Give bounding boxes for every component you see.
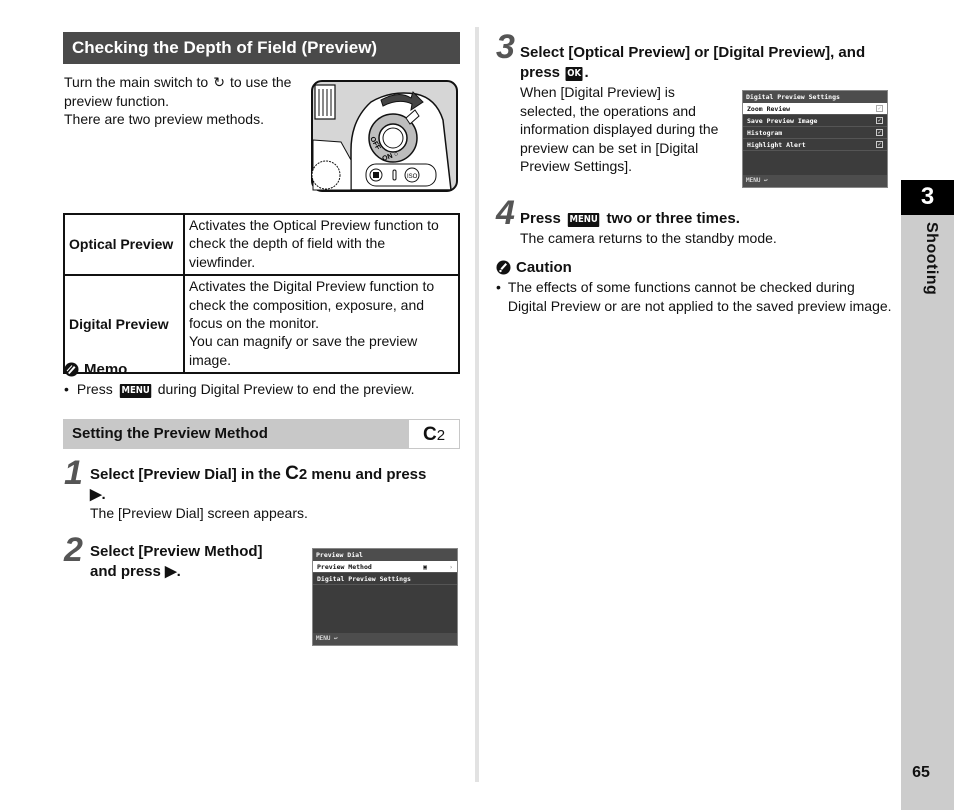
custom-menu-badge: C2 [409, 420, 459, 448]
menu-item-histogram[interactable]: Histogram ✓ [743, 127, 887, 139]
menu-item-label: Preview Method [317, 562, 372, 571]
intro-line1-before: Turn the main switch to [64, 74, 213, 90]
bullet-icon: • [64, 381, 69, 397]
section-title-depth-of-field: Checking the Depth of Field (Preview) [63, 32, 460, 64]
memo-title: Memo [84, 361, 128, 378]
step-3-title: Select [Optical Preview] or [Digital Pre… [520, 43, 900, 83]
step-1-text: The [Preview Dial] screen appears. [90, 505, 308, 521]
caution-bullet: • The effects of some functions cannot b… [496, 278, 896, 315]
page-number: 65 [912, 764, 930, 781]
step-2-title: Select [Preview Method] and press ▶. [90, 542, 300, 582]
intro-text: Turn the main switch to ↻ to use the pre… [64, 73, 304, 129]
step-3-title-line: Select [Optical Preview] or [Digital Pre… [520, 44, 866, 61]
step-3-title-line: press [520, 64, 565, 81]
memo-icon [64, 362, 79, 377]
section2-title: Setting the Preview Method [72, 425, 268, 442]
svg-text:ISO: ISO [407, 174, 418, 180]
menu-key-icon: MENU [567, 213, 600, 227]
camera-screen-digital-preview-settings: Digital Preview Settings Zoom Review ✓ Sa… [742, 90, 888, 188]
screen-header: Preview Dial [313, 549, 457, 561]
menu-back-icon: MENU ↩ [743, 175, 887, 187]
step-4-title-part: two or three times. [602, 210, 740, 227]
menu-item-label: Zoom Review [747, 104, 791, 113]
step-number: 1 [64, 454, 83, 492]
menu-back-icon: MENU ↩ [313, 633, 457, 645]
step-4-title-part: Press [520, 210, 566, 227]
step-3-title-line: . [584, 64, 589, 81]
screen-header: Digital Preview Settings [743, 91, 887, 103]
caution-title: Caution [516, 259, 572, 276]
checkbox-checked-icon[interactable]: ✓ [876, 141, 883, 148]
preview-methods-table: Optical Preview Activates the Optical Pr… [63, 212, 460, 375]
table-row: Optical Preview Activates the Optical Pr… [63, 212, 460, 277]
table-cell-description: Activates the Digital Preview function t… [183, 274, 460, 375]
memo-heading: Memo [64, 361, 127, 378]
step-2-title-line: and press ▶. [90, 563, 181, 580]
step-number: 2 [64, 531, 83, 569]
menu-item-label: Digital Preview Settings [317, 574, 411, 583]
caution-heading: Caution [496, 259, 572, 276]
step-2-title-line: Select [Preview Method] [90, 543, 263, 560]
preview-switch-icon: ↻ [213, 74, 225, 90]
camera-main-switch-illustration: OFF ON ○ ISO [311, 80, 458, 192]
custom-menu-number: 2 [436, 427, 446, 444]
chapter-label: Shooting [923, 222, 940, 296]
memo-bullet: • Press MENU during Digital Preview to e… [64, 381, 415, 398]
step-1-title: Select [Preview Dial] in the C2 menu and… [90, 464, 465, 505]
column-divider [475, 27, 479, 782]
table-cell-name: Optical Preview [63, 212, 185, 277]
bullet-icon: • [496, 279, 501, 295]
intro-line2: There are two preview methods. [64, 111, 264, 127]
step-3-text: When [Digital Preview] is selected, the … [520, 84, 719, 174]
menu-item-zoom-review[interactable]: Zoom Review ✓ [743, 103, 887, 115]
menu-key-icon: MENU [119, 384, 152, 398]
table-row: Digital Preview Activates the Digital Pr… [63, 274, 460, 375]
chapter-number-tab[interactable]: 3 [901, 180, 954, 215]
caution-icon [496, 260, 511, 275]
ok-key-icon: OK [565, 67, 583, 81]
description-paragraph: You can magnify or save the preview imag… [189, 333, 418, 368]
section-title-setting-preview-method: Setting the Preview Method C2 [63, 419, 460, 449]
right-arrow-icon: ▶. [90, 486, 106, 503]
camera-screen-preview-dial: Preview Dial Preview Method ▣ › Digital P… [312, 548, 458, 646]
menu-item-label: Highlight Alert [747, 140, 806, 149]
custom-menu-icon: C [285, 463, 299, 484]
chevron-right-icon: › [449, 562, 453, 571]
table-cell-description: Activates the Optical Preview function t… [183, 212, 460, 277]
menu-item-save-preview-image[interactable]: Save Preview Image ✓ [743, 115, 887, 127]
table-cell-name: Digital Preview [63, 274, 185, 375]
checkbox-checked-icon[interactable]: ✓ [876, 129, 883, 136]
menu-item-highlight-alert[interactable]: Highlight Alert ✓ [743, 139, 887, 151]
step-4-title: Press MENU two or three times. [520, 209, 900, 229]
checkbox-checked-icon[interactable]: ✓ [876, 105, 883, 112]
menu-item-label: Histogram [747, 128, 783, 137]
step-1-title-part: 2 menu and press [298, 466, 427, 483]
menu-item-label: Save Preview Image [747, 116, 818, 125]
step-4-text: The camera returns to the standby mode. [520, 230, 777, 246]
checkbox-checked-icon[interactable]: ✓ [876, 117, 883, 124]
memo-text-after: during Digital Preview to end the previe… [153, 381, 415, 397]
step-number: 4 [496, 194, 515, 232]
step-number: 3 [496, 28, 515, 66]
caution-text: The effects of some functions cannot be … [507, 279, 892, 314]
description-paragraph: Activates the Optical Preview function t… [189, 217, 439, 270]
description-paragraph: Activates the Digital Preview function t… [189, 278, 435, 332]
preview-method-icon: ▣ [423, 562, 428, 571]
custom-menu-icon: C [422, 424, 437, 445]
menu-item-preview-method[interactable]: Preview Method ▣ › [313, 561, 457, 573]
memo-text-before: Press [76, 381, 117, 397]
step-1-title-part: Select [Preview Dial] in the [90, 466, 286, 483]
menu-item-digital-preview-settings[interactable]: Digital Preview Settings [313, 573, 457, 585]
